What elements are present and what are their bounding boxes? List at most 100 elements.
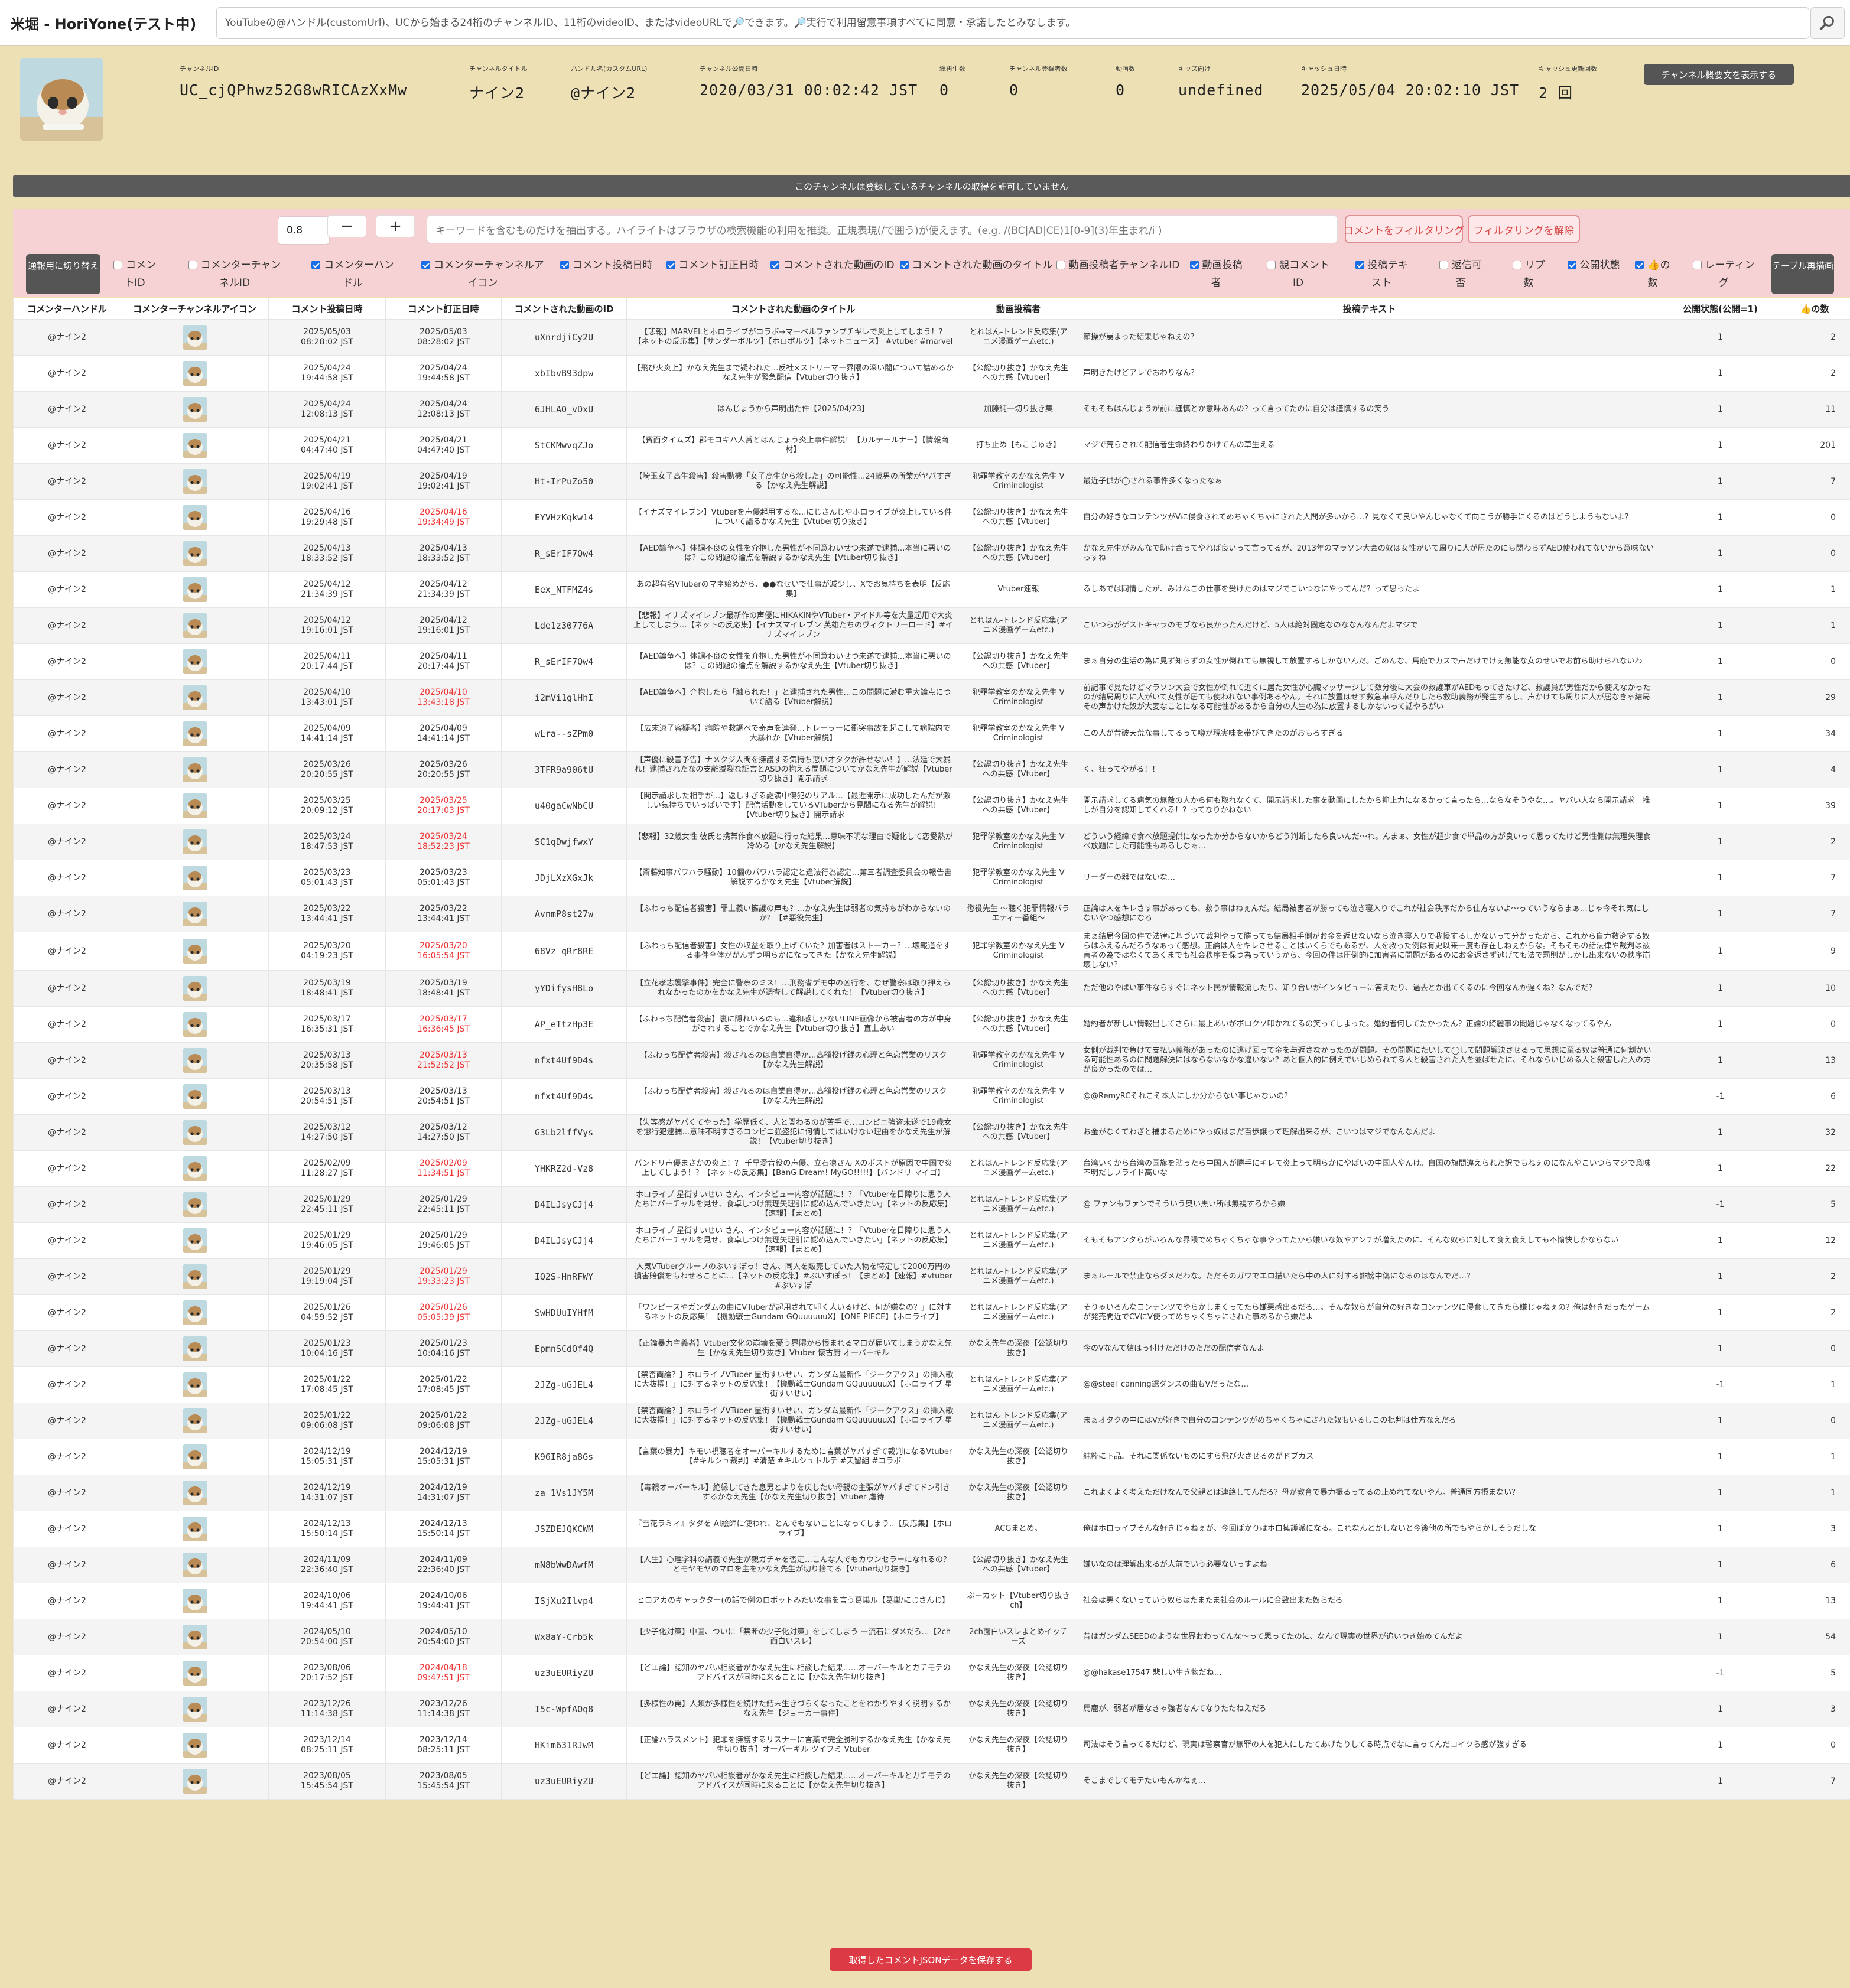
- cell-handle[interactable]: @ナイン2: [13, 1258, 121, 1295]
- cell-video-title[interactable]: 【毒親オーバーキル】絶縁してきた息男とよりを戻したい母親の主張がヤバすぎてドン引…: [626, 1475, 960, 1511]
- cell-handle[interactable]: @ナイン2: [13, 1006, 121, 1043]
- checkbox-post-text[interactable]: 投稿テキスト: [1352, 256, 1411, 292]
- cell-icon[interactable]: [121, 1258, 269, 1295]
- cell-icon[interactable]: [121, 355, 269, 392]
- cell-handle[interactable]: @ナイン2: [13, 1186, 121, 1223]
- cell-video-title[interactable]: 人気VTuberグループのぶいすぽっ！さん、同人を販売していた人物を特定して20…: [626, 1258, 960, 1295]
- cell-uploader[interactable]: 【公認切り抜き】かなえ先生への共感【Vtuber】: [960, 499, 1077, 536]
- cell-icon[interactable]: [121, 896, 269, 932]
- cell-icon[interactable]: [121, 932, 269, 971]
- cell-video-title[interactable]: 【悲報】イナズマイレブン最新作の声優にHIKAKINやVTuber・アイドル等を…: [626, 607, 960, 644]
- cell-handle[interactable]: @ナイン2: [13, 355, 121, 392]
- cell-handle[interactable]: @ナイン2: [13, 535, 121, 572]
- cell-uploader[interactable]: 【公認切り抜き】かなえ先生への共感【Vtuber】: [960, 535, 1077, 572]
- checkbox-edited-at[interactable]: コメント訂正日時: [665, 256, 760, 274]
- cell-uploader[interactable]: 【公認切り抜き】かなえ先生への共感【Vtuber】: [960, 355, 1077, 392]
- cell-video-id[interactable]: i2mVi1glHhI: [501, 679, 627, 716]
- checkbox-video-id[interactable]: コメントされた動画のID: [770, 256, 895, 274]
- cell-video-id[interactable]: u40gaCwNbCU: [501, 788, 627, 824]
- cell-handle[interactable]: @ナイン2: [13, 319, 121, 356]
- cell-handle[interactable]: @ナイン2: [13, 1439, 121, 1475]
- threshold-input[interactable]: 0.8: [278, 216, 330, 245]
- col-handle[interactable]: コメンターハンドル: [13, 298, 121, 320]
- cell-handle[interactable]: @ナイン2: [13, 970, 121, 1007]
- cell-icon[interactable]: [121, 1186, 269, 1223]
- cell-handle[interactable]: @ナイン2: [13, 1583, 121, 1619]
- cell-video-title[interactable]: 【ふわっち配信者殺害】裏に隠れいるのも…違和感しかないLINE画像から被害者の方…: [626, 1006, 960, 1043]
- cell-handle[interactable]: @ナイン2: [13, 1222, 121, 1259]
- checkbox-commenter-icon[interactable]: コメンターチャンネルアイコン: [421, 256, 545, 292]
- show-description-button[interactable]: チャンネル概要文を表示する: [1644, 64, 1794, 85]
- checkbox-box[interactable]: [1567, 261, 1576, 269]
- cell-video-title[interactable]: 「ワンピースやガンダムの曲にVTuberが起用されて叩く人いるけど、何が嫌なの？…: [626, 1294, 960, 1331]
- cell-video-id[interactable]: uz3uEURiyZU: [501, 1655, 627, 1691]
- cell-video-title[interactable]: 【正論暴力主義者】Vtuber文化の崩壊を憂う界隈から恨まれるマロが届いてしまう…: [626, 1330, 960, 1367]
- checkbox-commenter-handle[interactable]: コメンターハンドル: [308, 256, 397, 292]
- cell-icon[interactable]: [121, 1294, 269, 1331]
- cell-icon[interactable]: [121, 1511, 269, 1547]
- col-video-id[interactable]: コメントされた動画のID: [501, 298, 627, 320]
- checkbox-uploader-channel-id[interactable]: 動画投稿者チャンネルID: [1053, 256, 1183, 274]
- checkbox-box[interactable]: [1056, 261, 1065, 269]
- cell-video-title[interactable]: 【賓面タイムズ】郡モコキハ人賞とはんじょう炎上事件解説！【カルテールナー】【情報…: [626, 427, 960, 464]
- checkbox-box[interactable]: [899, 261, 909, 269]
- checkbox-posted-at[interactable]: コメント投稿日時: [559, 256, 653, 274]
- cell-video-title[interactable]: 【どエ論】認知のヤバい相談者がかなえ先生に相談した結果……オーバーキルとガチモテ…: [626, 1763, 960, 1800]
- cell-handle[interactable]: @ナイン2: [13, 932, 121, 971]
- cell-video-title[interactable]: 【どエ論】認知のヤバい相談者がかなえ先生に相談した結果……オーバーキルとガチモテ…: [626, 1655, 960, 1691]
- cell-handle[interactable]: @ナイン2: [13, 679, 121, 716]
- cell-video-id[interactable]: StCKMwvqZJo: [501, 427, 627, 464]
- cell-video-title[interactable]: 【AED論争へ】介抱したら「触られた！」と逮捕された男性…この問題に潜む重大論点…: [626, 679, 960, 716]
- cell-handle[interactable]: @ナイン2: [13, 1547, 121, 1583]
- cell-icon[interactable]: [121, 1366, 269, 1403]
- checkbox-comment-id[interactable]: コメントID: [111, 256, 158, 292]
- cell-video-title[interactable]: 【失等感がヤバくてやった】学歴低く、人と関わるのが苦手で…コンビニ強盗未遂で19…: [626, 1114, 960, 1151]
- checkbox-reply-count[interactable]: リプ数: [1508, 256, 1549, 292]
- cell-video-id[interactable]: AvnmP8st27w: [501, 896, 627, 932]
- cell-handle[interactable]: @ナイン2: [13, 715, 121, 752]
- cell-video-id[interactable]: uXnrdjiCy2U: [501, 319, 627, 356]
- cell-video-id[interactable]: EYVHzKqkw14: [501, 499, 627, 536]
- checkbox-parent-comment-id[interactable]: 親コメントID: [1266, 256, 1331, 292]
- apply-filter-button[interactable]: コメントをフィルタリング: [1344, 215, 1464, 243]
- col-edited[interactable]: コメント訂正日時: [385, 298, 502, 320]
- cell-video-id[interactable]: Lde1z30776A: [501, 607, 627, 644]
- cell-video-id[interactable]: 3TFR9a906tU: [501, 751, 627, 788]
- col-text[interactable]: 投稿テキスト: [1077, 298, 1662, 320]
- cell-uploader[interactable]: 犯罪学教室のかなえ先生 V Criminologist: [960, 463, 1077, 500]
- cell-uploader[interactable]: ぶーカット【Vtuber切り抜きch】: [960, 1583, 1077, 1619]
- cell-icon[interactable]: [121, 607, 269, 644]
- cell-uploader[interactable]: かなえ先生の深夜【公認切り抜き】: [960, 1439, 1077, 1475]
- cell-video-title[interactable]: 【禁否両論？】ホロライブVTuber 星街すいせい、ガンダム最新作「ジークアクス…: [626, 1403, 960, 1439]
- cell-video-id[interactable]: SC1qDwjfwxY: [501, 824, 627, 860]
- cell-video-title[interactable]: 【開示請求した相手が…】返しすぎる謎演中傷犯のリアル…【最近開示に成功したんだが…: [626, 788, 960, 824]
- cell-uploader[interactable]: とれはん-トレンド反応集(アニメ漫画ゲームetc.): [960, 1294, 1077, 1331]
- cell-video-title[interactable]: 【正論ハラスメント】犯罪を擁護するリスナーに言葉で完全勝利するかなえ先生【かなえ…: [626, 1727, 960, 1764]
- cell-uploader[interactable]: 犯罪学教室のかなえ先生 V Criminologist: [960, 860, 1077, 896]
- cell-handle[interactable]: @ナイン2: [13, 1078, 121, 1115]
- cell-video-id[interactable]: 2JZg-uGJEL4: [501, 1403, 627, 1439]
- cell-video-id[interactable]: JDjLXzXGxJk: [501, 860, 627, 896]
- cell-video-id[interactable]: ISjXu2Ilvp4: [501, 1583, 627, 1619]
- search-button[interactable]: [1810, 7, 1845, 39]
- cell-video-id[interactable]: 68Vz_qRr8RE: [501, 932, 627, 971]
- cell-handle[interactable]: @ナイン2: [13, 1330, 121, 1367]
- cell-video-title[interactable]: ホロライブ 星街すいせい さん、インタビュー内容が話題に！？「Vtuberを目障…: [626, 1222, 960, 1259]
- cell-uploader[interactable]: 【公認切り抜き】かなえ先生への共感【Vtuber】: [960, 1547, 1077, 1583]
- cell-icon[interactable]: [121, 463, 269, 500]
- cell-uploader[interactable]: とれはん-トレンド反応集(アニメ漫画ゲームetc.): [960, 607, 1077, 644]
- cell-handle[interactable]: @ナイン2: [13, 1619, 121, 1655]
- cell-uploader[interactable]: 犯罪学教室のかなえ先生 V Criminologist: [960, 1042, 1077, 1079]
- search-input[interactable]: [217, 8, 1809, 38]
- cell-handle[interactable]: @ナイン2: [13, 1403, 121, 1439]
- cell-handle[interactable]: @ナイン2: [13, 1114, 121, 1151]
- cell-uploader[interactable]: Vtuber速報: [960, 571, 1077, 608]
- cell-uploader[interactable]: とれはん-トレンド反応集(アニメ漫画ゲームetc.): [960, 1403, 1077, 1439]
- cell-video-id[interactable]: IQ2S-HnRFWY: [501, 1258, 627, 1295]
- checkbox-box[interactable]: [1267, 261, 1276, 269]
- cell-uploader[interactable]: 犯罪学教室のかなえ先生 V Criminologist: [960, 932, 1077, 971]
- checkbox-reply-allowed[interactable]: 返信可否: [1437, 256, 1484, 292]
- cell-uploader[interactable]: 【公認切り抜き】かなえ先生への共感【Vtuber】: [960, 751, 1077, 788]
- cell-handle[interactable]: @ナイン2: [13, 1042, 121, 1079]
- checkbox-box[interactable]: [1439, 261, 1448, 269]
